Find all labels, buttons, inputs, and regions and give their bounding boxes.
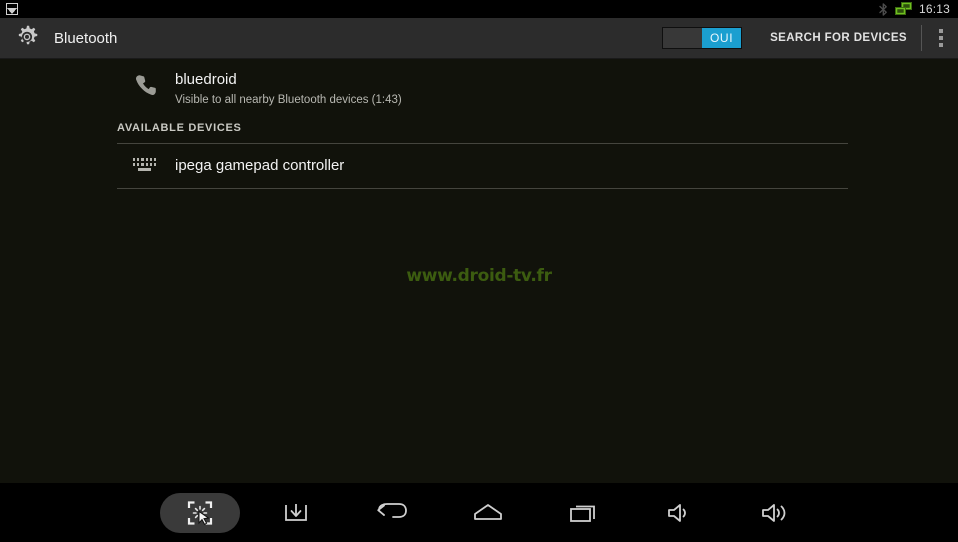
available-device-row[interactable]: ipega gamepad controller <box>0 144 958 188</box>
back-arrow-icon[interactable] <box>345 489 439 537</box>
action-bar: Bluetooth OUI SEARCH FOR DEVICES <box>0 18 958 59</box>
toggle-on-label: OUI <box>710 31 734 45</box>
action-bar-divider <box>921 25 922 51</box>
status-bar-notifications <box>0 3 18 15</box>
overflow-menu-icon[interactable] <box>924 18 958 59</box>
section-divider-bottom <box>117 188 848 189</box>
available-devices-header: AVAILABLE DEVICES <box>117 122 242 134</box>
action-bar-left: Bluetooth <box>0 25 117 51</box>
recents-icon[interactable] <box>537 489 631 537</box>
local-device-row[interactable]: bluedroid Visible to all nearby Bluetoot… <box>0 59 958 117</box>
screenshot-image-icon <box>6 3 18 15</box>
action-bar-right: OUI SEARCH FOR DEVICES <box>662 18 958 58</box>
ethernet-icon <box>894 2 912 16</box>
volume-down-icon[interactable] <box>633 489 727 537</box>
screenshot-capture-icon[interactable] <box>153 489 247 537</box>
toggle-track-off <box>663 28 703 48</box>
navigation-bar <box>0 483 958 542</box>
status-bar-system-icons: 16:13 <box>879 2 958 16</box>
local-device-name: bluedroid <box>175 71 237 88</box>
toggle-thumb-on: OUI <box>702 28 742 48</box>
status-bar-clock: 16:13 <box>918 2 950 16</box>
status-bar: 16:13 <box>0 0 958 18</box>
keyboard-icon <box>117 157 172 174</box>
bluetooth-toggle-switch[interactable]: OUI <box>662 27 743 49</box>
site-watermark: www.droid-tv.fr <box>406 266 552 286</box>
local-device-text: bluedroid Visible to all nearby Bluetoot… <box>172 71 402 107</box>
bluetooth-icon <box>879 2 888 16</box>
local-device-status: Visible to all nearby Bluetooth devices … <box>175 94 402 106</box>
android-settings-screen: 16:13 Bluetooth OUI SEARCH FOR DEVICES b… <box>0 0 958 542</box>
search-for-devices-button[interactable]: SEARCH FOR DEVICES <box>758 32 919 44</box>
settings-gear-icon[interactable] <box>14 25 40 51</box>
available-device-name: ipega gamepad controller <box>175 157 345 174</box>
volume-up-icon[interactable] <box>729 489 823 537</box>
phone-icon <box>117 71 172 95</box>
home-icon[interactable] <box>441 489 535 537</box>
download-icon[interactable] <box>249 489 343 537</box>
available-device-text: ipega gamepad controller <box>172 157 344 175</box>
page-title: Bluetooth <box>54 29 118 47</box>
